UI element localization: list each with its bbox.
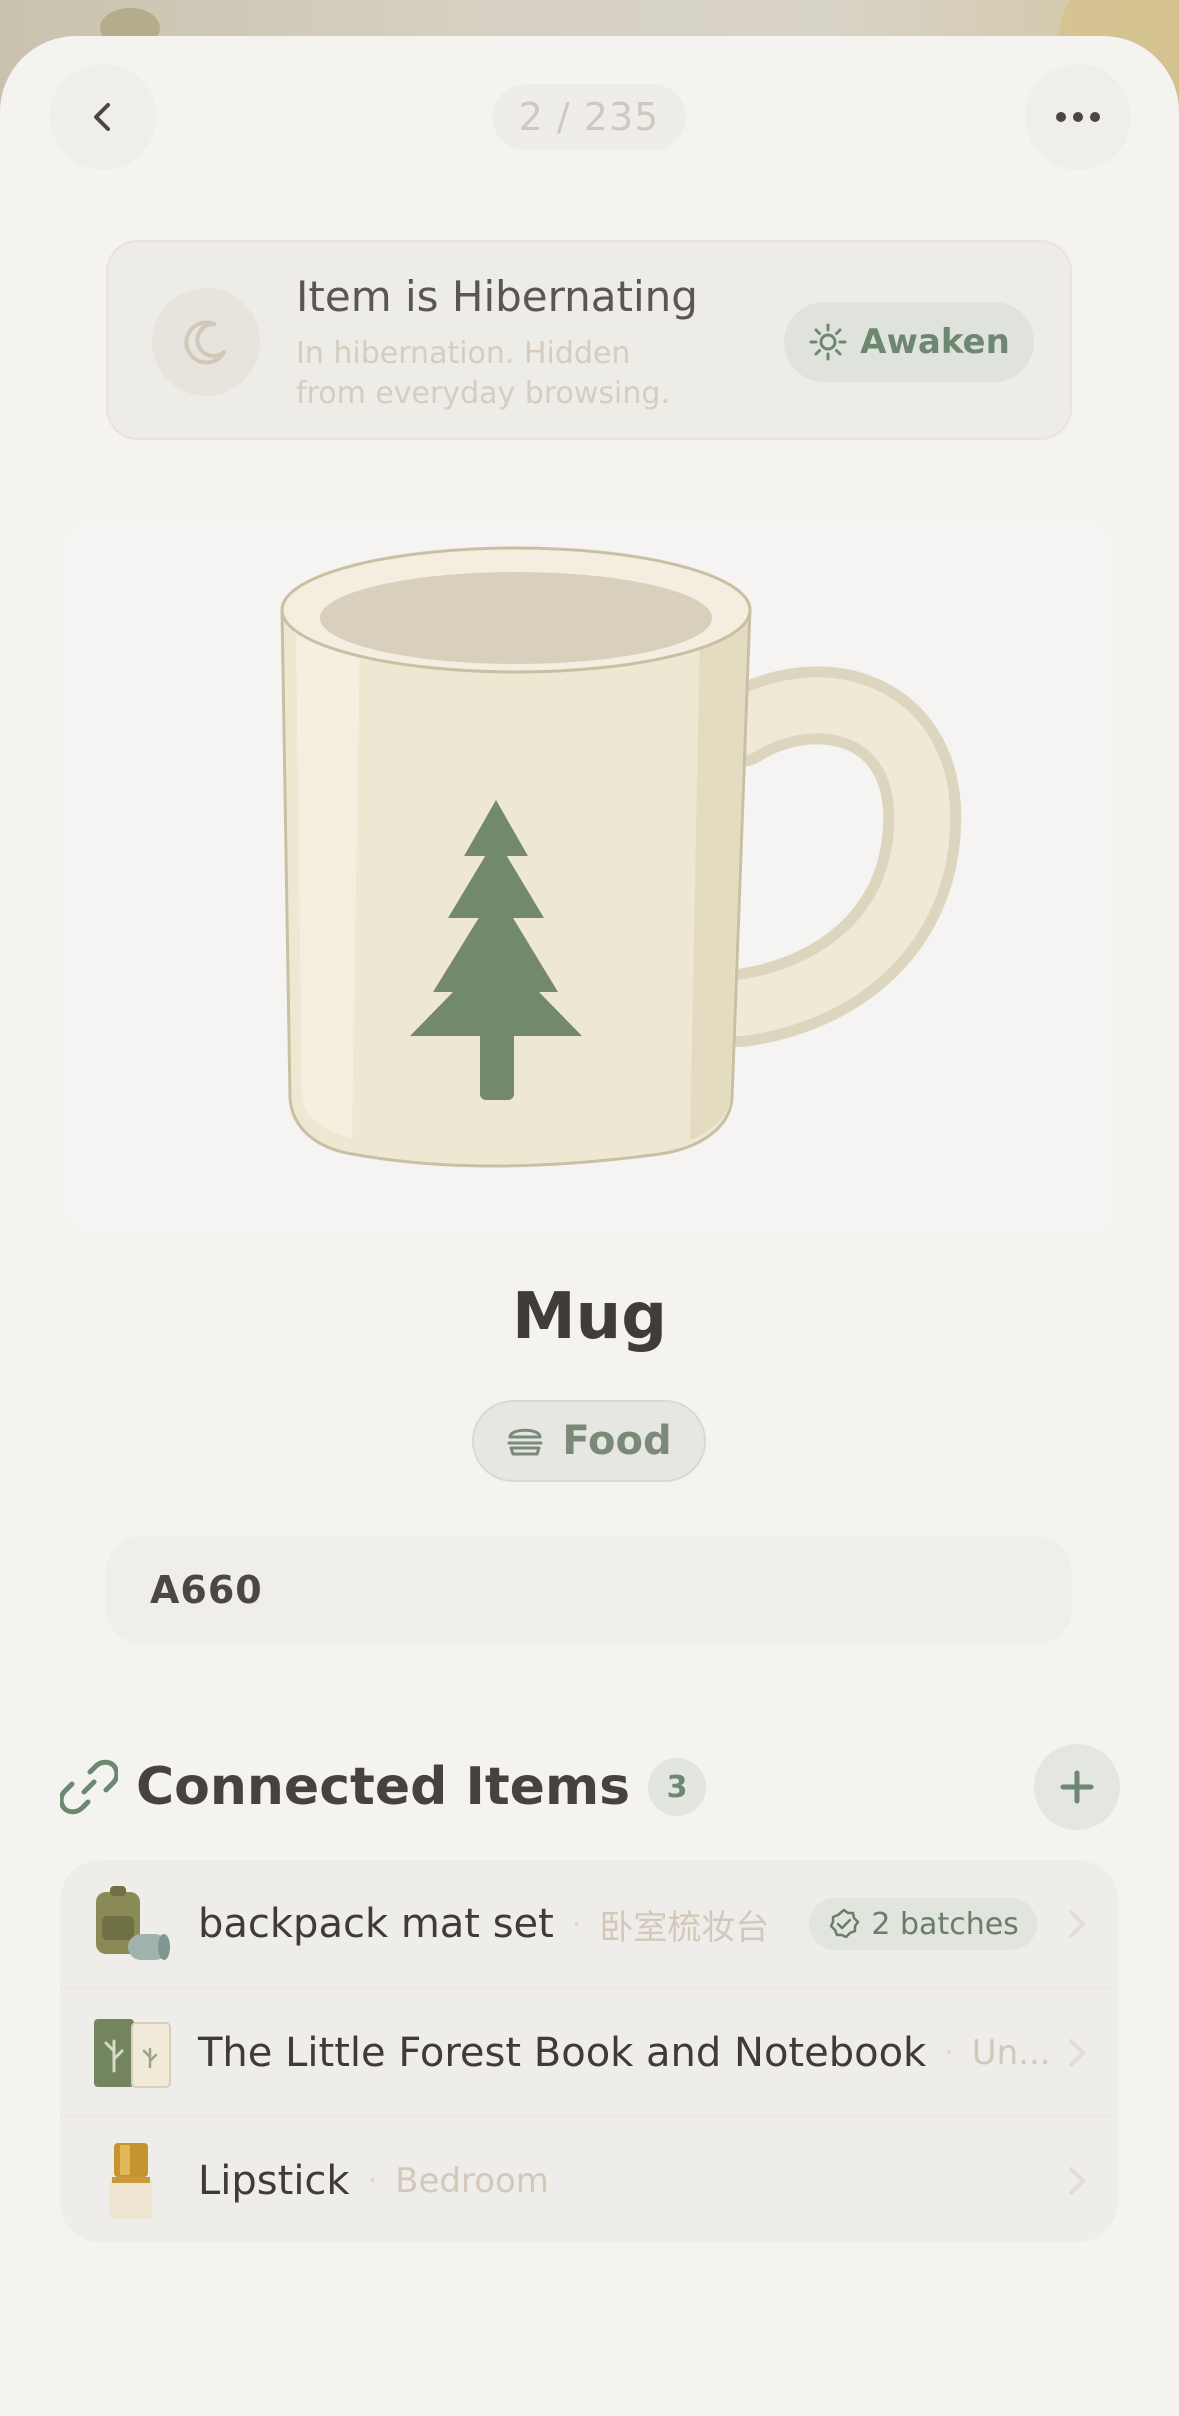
list-item-content: The Little Forest Book and Notebook · Un… (198, 2030, 1051, 2076)
verified-icon (830, 1908, 860, 1939)
burger-icon (507, 1428, 543, 1456)
separator-dot: · (944, 2035, 954, 2070)
plus-icon (1060, 1770, 1094, 1804)
category-chip[interactable]: Food (472, 1400, 706, 1482)
item-detail-sheet: 2 / 235 Item is Hibernating In hibernati… (0, 36, 1179, 2416)
mug-illustration (280, 546, 962, 1168)
add-connection-button[interactable] (1034, 1744, 1120, 1830)
chevron-right-icon (1069, 1910, 1085, 1938)
awaken-button[interactable]: Awaken (784, 302, 1034, 382)
hibernation-title: Item is Hibernating (296, 272, 698, 321)
connected-items-list: backpack mat set · 卧室梳妆台 2 batches The L… (60, 1860, 1118, 2242)
hibernation-banner: Item is Hibernating In hibernation. Hidd… (106, 240, 1072, 440)
list-item-location: Un... (971, 2032, 1051, 2073)
hibernation-subtitle: In hibernation. Hidden from everyday bro… (296, 336, 670, 411)
chevron-right-icon (1069, 2038, 1085, 2067)
backpack-thumbnail (96, 1886, 170, 1960)
list-item[interactable]: The Little Forest Book and Notebook · Un… (60, 1988, 1118, 2116)
list-item-name: The Little Forest Book and Notebook (198, 2029, 927, 2076)
moon-icon (152, 288, 260, 396)
sun-icon (809, 323, 847, 361)
back-button[interactable] (50, 64, 156, 170)
list-item[interactable]: Lipstick · Bedroom (60, 2116, 1118, 2244)
separator-dot: · (571, 1906, 582, 1942)
separator-dot: · (367, 2163, 378, 2198)
awaken-label: Awaken (860, 322, 1010, 362)
page-indicator: 2 / 235 (492, 84, 686, 150)
batches-badge: 2 batches (809, 1898, 1037, 1950)
chevron-left-icon (94, 103, 110, 131)
list-item-location: 卧室梳妆台 (599, 1907, 770, 1948)
link-icon (60, 1759, 118, 1815)
list-item-content: Lipstick · Bedroom (198, 2158, 549, 2204)
connected-items-header: Connected Items 3 (60, 1742, 707, 1832)
item-title: Mug (511, 1280, 668, 1354)
ellipsis-icon (1056, 112, 1100, 122)
list-item[interactable]: backpack mat set · 卧室梳妆台 2 batches (60, 1860, 1118, 1988)
list-item-name: backpack mat set (198, 1901, 554, 1947)
connected-items-title: Connected Items (136, 1757, 631, 1817)
chevron-right-icon (1069, 2166, 1085, 2195)
list-item-content: backpack mat set · 卧室梳妆台 2 batches (198, 1898, 1037, 1950)
connected-items-count: 3 (648, 1758, 707, 1816)
list-item-name: Lipstick (198, 2157, 350, 2204)
lipstick-thumbnail (110, 2142, 152, 2219)
batches-label: 2 batches (871, 1906, 1019, 1942)
item-photo[interactable] (60, 518, 1118, 1236)
item-code-field[interactable]: A660 (106, 1536, 1072, 1644)
category-label: Food (562, 1418, 672, 1464)
list-item-location: Bedroom (395, 2160, 549, 2201)
book-thumbnail (94, 2018, 171, 2088)
more-options-button[interactable] (1025, 64, 1131, 170)
